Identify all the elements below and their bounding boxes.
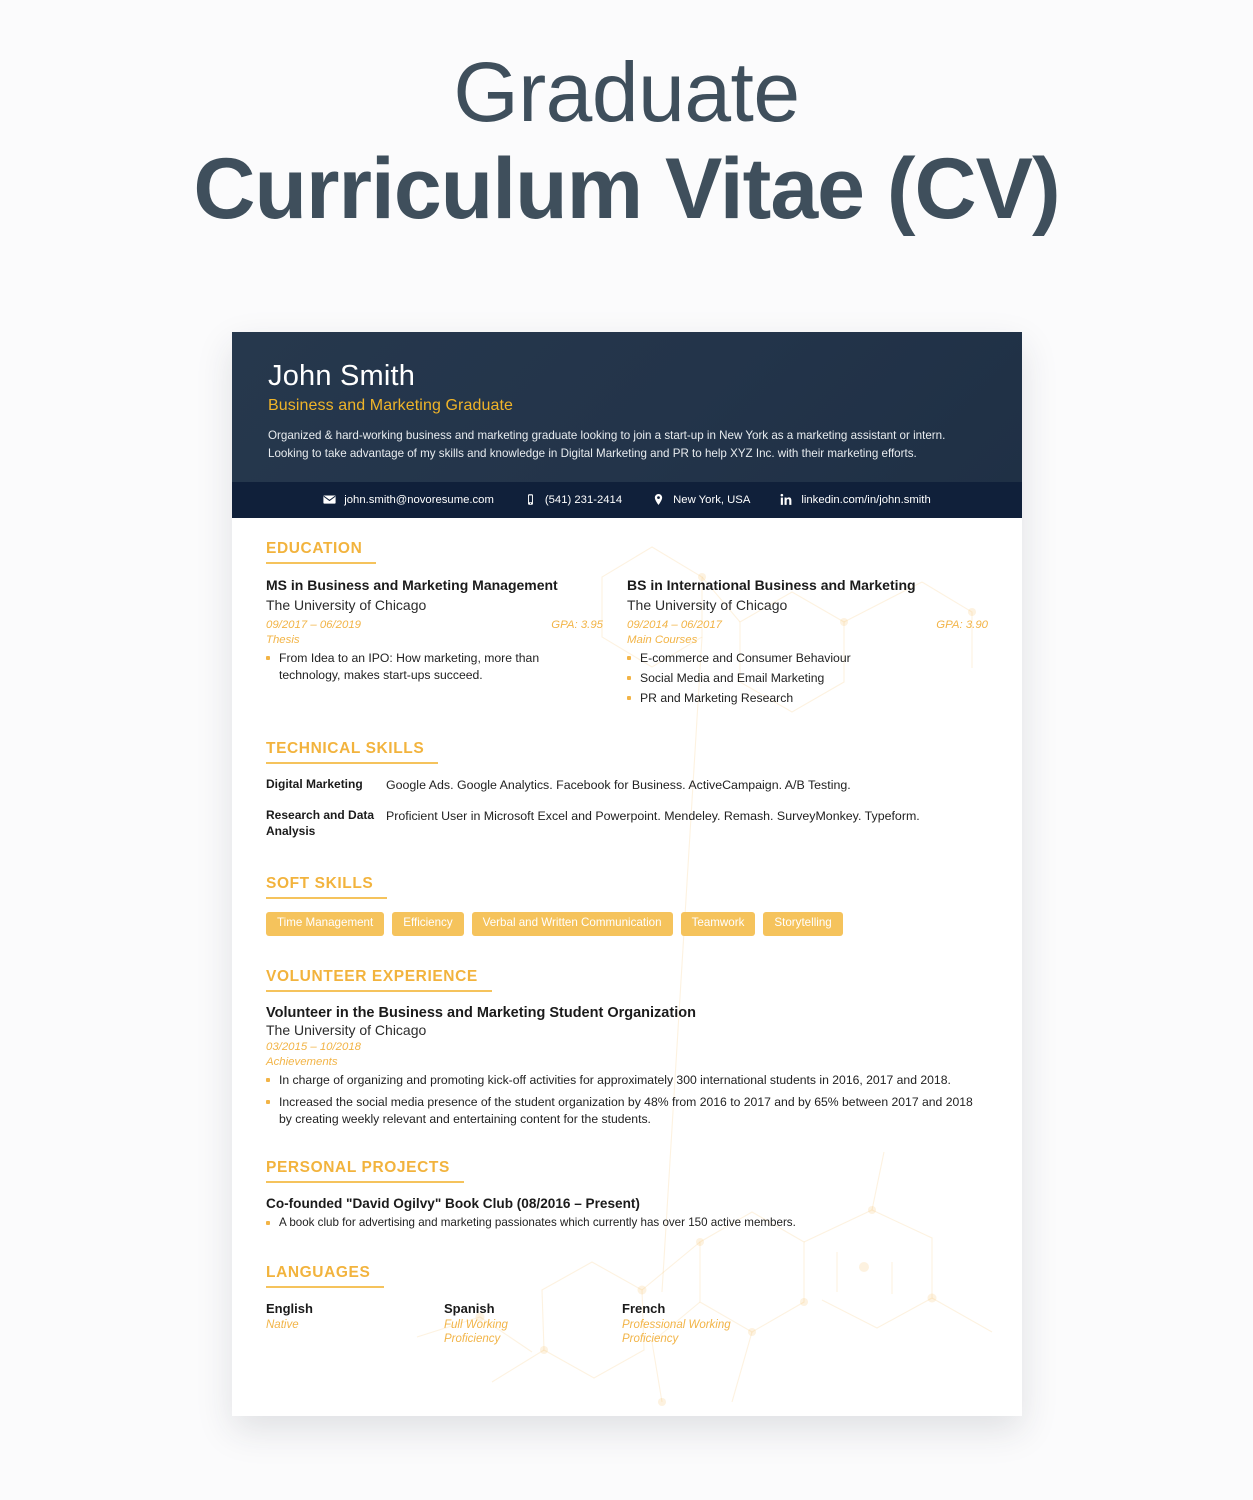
education-dates: 09/2014 – 06/2017 [627,618,723,631]
section-volunteer-experience: VOLUNTEER EXPERIENCE Volunteer in the Bu… [266,968,988,1128]
soft-skill-chip: Teamwork [680,912,756,937]
cv-header: John Smith Business and Marketing Gradua… [232,332,1022,482]
volunteer-organization: The University of Chicago [266,1022,427,1039]
education-degree: MS in Business and Marketing Management [266,576,558,593]
page-title: Graduate Curriculum Vitae (CV) [0,0,1253,238]
cv-body: EDUCATION MS in Business and Marketing M… [232,518,1022,1381]
project-bullets: A book club for advertising and marketin… [266,1215,988,1231]
education-columns: MS in Business and Marketing Management … [266,577,988,710]
technical-skill-row: Digital Marketing Google Ads. Google Ana… [266,777,988,794]
contact-bar: john.smith@novoresume.com (541) 231-2414… [232,481,1022,518]
candidate-role: Business and Marketing Graduate [268,397,514,415]
section-title-technical-skills: TECHNICAL SKILLS [266,740,439,764]
language-name: French [622,1300,666,1316]
section-title-education: EDUCATION [266,540,377,564]
email-icon [323,493,336,506]
contact-email[interactable]: john.smith@novoresume.com [323,493,494,506]
education-meta: 09/2014 – 06/2017 GPA: 3.90 [627,619,988,631]
education-entry-2: BS in International Business and Marketi… [627,577,988,710]
section-title-languages: LANGUAGES [266,1264,385,1288]
education-meta: 09/2017 – 06/2019 GPA: 3.95 [266,619,603,631]
technical-skill-value: Proficient User in Microsoft Excel and P… [386,808,920,823]
list-item: Increased the social media presence of t… [266,1094,988,1128]
education-entry-1: MS in Business and Marketing Management … [266,577,627,710]
education-bullets: E-commerce and Consumer Behaviour Social… [627,650,988,707]
volunteer-bullets: In charge of organizing and promoting ki… [266,1072,988,1128]
cv-document-card: John Smith Business and Marketing Gradua… [232,332,1022,1416]
list-item: From Idea to an IPO: How marketing, more… [266,650,603,684]
candidate-summary: Organized & hard-working business and ma… [268,429,946,460]
contact-email-text: john.smith@novoresume.com [344,493,494,506]
language-level: Full Working Proficiency [444,1318,508,1345]
education-gpa: GPA: 3.90 [936,618,988,631]
technical-skill-row: Research and Data Analysis Proficient Us… [266,808,988,840]
education-sublabel: Thesis [266,633,300,646]
list-item: Social Media and Email Marketing [627,670,988,687]
volunteer-sublabel: Achievements [266,1056,338,1069]
contact-linkedin[interactable]: linkedin.com/in/john.smith [780,493,931,506]
soft-skill-chip: Efficiency [392,912,464,937]
soft-skill-chip: Time Management [266,912,385,937]
contact-phone-text: (541) 231-2414 [544,493,623,506]
languages-list: English Native Spanish Full Working Prof… [266,1301,988,1347]
soft-skills-chip-list: Time Management Efficiency Verbal and Wr… [266,912,988,937]
education-school: The University of Chicago [627,596,788,613]
contact-location-text: New York, USA [673,493,751,506]
language-name: Spanish [444,1300,495,1316]
technical-skill-label: Digital Marketing [266,776,363,791]
technical-skill-value: Google Ads. Google Analytics. Facebook f… [386,777,851,792]
page-title-line-2: Curriculum Vitae (CV) [193,141,1060,238]
location-pin-icon [652,493,665,506]
list-item: E-commerce and Consumer Behaviour [627,650,988,667]
soft-skill-chip: Storytelling [763,912,843,937]
linkedin-icon [780,493,793,506]
list-item: In charge of organizing and promoting ki… [266,1072,988,1089]
soft-skill-chip: Verbal and Written Communication [471,912,673,937]
section-title-soft-skills: SOFT SKILLS [266,875,388,900]
section-languages: LANGUAGES English Native Spanish Full Wo… [266,1264,988,1347]
section-personal-projects: PERSONAL PROJECTS Co-founded "David Ogil… [266,1159,988,1231]
section-soft-skills: SOFT SKILLS Time Management Efficiency V… [266,875,988,937]
language-item: English Native [266,1301,444,1347]
section-education: EDUCATION MS in Business and Marketing M… [266,540,988,710]
education-dates: 09/2017 – 06/2019 [266,618,362,631]
technical-skill-label: Research and Data Analysis [266,807,375,838]
language-level: Professional Working Proficiency [622,1318,731,1345]
education-degree: BS in International Business and Marketi… [627,576,916,593]
contact-phone[interactable]: (541) 231-2414 [524,493,622,506]
candidate-name: John Smith [268,360,416,392]
section-title-volunteer-experience: VOLUNTEER EXPERIENCE [266,968,492,993]
volunteer-dates: 03/2015 – 10/2018 [266,1041,362,1054]
section-title-personal-projects: PERSONAL PROJECTS [266,1159,464,1184]
list-item: PR and Marketing Research [627,690,988,707]
education-sublabel: Main Courses [627,633,698,646]
education-school: The University of Chicago [266,596,427,613]
education-gpa: GPA: 3.95 [551,618,603,631]
language-item: French Professional Working Proficiency [622,1301,800,1347]
list-item: A book club for advertising and marketin… [266,1215,988,1231]
section-technical-skills: TECHNICAL SKILLS Digital Marketing Googl… [266,740,988,839]
language-name: English [266,1300,313,1316]
page-title-line-1: Graduate [453,45,800,139]
language-item: Spanish Full Working Proficiency [444,1301,622,1347]
contact-location[interactable]: New York, USA [652,493,750,506]
language-level: Native [266,1318,299,1331]
education-bullets: From Idea to an IPO: How marketing, more… [266,650,603,684]
volunteer-role: Volunteer in the Business and Marketing … [266,1005,696,1022]
contact-linkedin-text: linkedin.com/in/john.smith [801,493,931,506]
project-title: Co-founded "David Ogilvy" Book Club (08/… [266,1196,640,1212]
phone-icon [524,493,537,506]
